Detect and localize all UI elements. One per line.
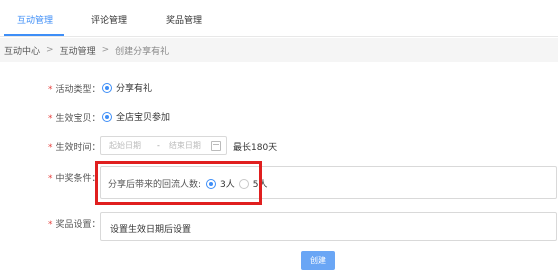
start-date-input[interactable]: 起始日期 [109,140,141,151]
required-mark: * [48,220,53,230]
top-tabs: 互动管理 评论管理 奖品管理 [0,0,558,37]
breadcrumb-item-interaction-center[interactable]: 互动中心 [4,44,40,57]
effective-item-option: 全店宝贝参加 [116,113,171,123]
create-button[interactable]: 创建 [301,251,335,270]
prize-settings-label: * 奖品设置： [48,220,101,230]
date-separator: - [157,141,160,150]
active-tab-indicator [4,34,64,36]
effective-item-radio[interactable]: 全店宝贝参加 [102,110,170,123]
date-range-picker[interactable]: 起始日期 - 结束日期 [100,136,227,155]
breadcrumb-item-current: 创建分享有礼 [115,46,170,57]
required-mark: * [48,114,53,124]
win-condition-label: * 中奖条件： [48,174,101,184]
required-mark: * [48,174,53,184]
activity-type-label: * 活动类型： [48,85,101,95]
activity-type-radio[interactable]: 分享有礼 [102,81,152,94]
required-mark: * [48,85,53,95]
tab-prize-management[interactable]: 奖品管理 [166,13,202,26]
breadcrumb-item-interaction-management[interactable]: 互动管理 [60,44,96,57]
max-duration-note: 最长180天 [233,143,278,153]
effective-time-label: * 生效时间： [48,143,101,153]
end-date-input[interactable]: 结束日期 [169,140,201,151]
effective-item-label: * 生效宝贝： [48,114,101,124]
radio-selected-icon[interactable] [102,82,112,93]
breadcrumb-separator: > [46,45,54,55]
tab-review-management[interactable]: 评论管理 [91,13,127,26]
red-highlight-annotation [95,161,262,205]
tab-interaction-management[interactable]: 互动管理 [17,13,53,26]
required-mark: * [48,143,53,153]
breadcrumb: 互动中心 > 互动管理 > 创建分享有礼 [0,38,558,62]
activity-type-option: 分享有礼 [116,84,153,94]
prize-settings-hint: 设置生效日期后设置 [110,225,192,235]
radio-selected-icon[interactable] [102,111,112,122]
calendar-icon[interactable] [211,141,221,151]
breadcrumb-separator: > [101,45,110,55]
